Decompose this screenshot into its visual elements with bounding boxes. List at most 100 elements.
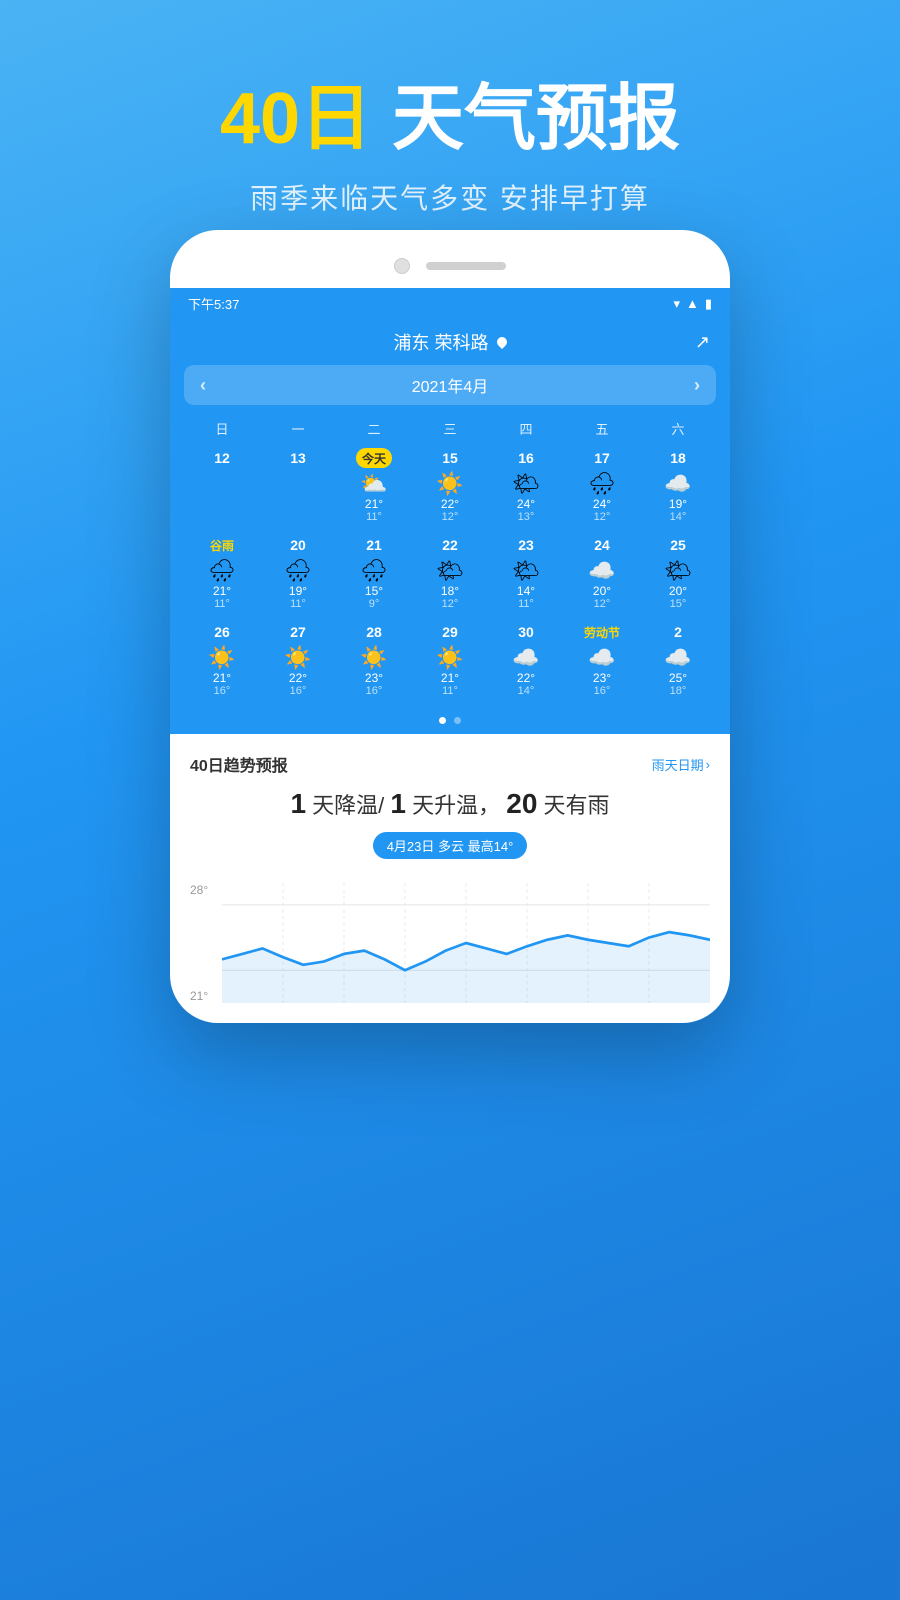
day-num-21: 21: [366, 535, 382, 555]
prev-month-button[interactable]: ‹: [200, 375, 206, 396]
temp-low-2: 18°: [670, 685, 687, 697]
header-fri: 五: [564, 419, 640, 438]
day-num-13: 13: [290, 448, 306, 468]
temp-high-30: 22°: [517, 671, 535, 685]
day-cell-29[interactable]: 29 ☀️ 21° 11°: [412, 618, 488, 701]
day-num-23: 23: [518, 535, 534, 555]
weather-icon-16: 🌤: [512, 473, 540, 495]
app-content: 浦东 荣科路 ↗ ‹ 2021年4月 › 日 一 二 三 四 五 六: [170, 319, 730, 1023]
weather-icon-29: ☀️: [436, 647, 463, 669]
week-row-3: 26 ☀️ 21° 16° 27 ☀️ 22° 16° 28 ☀️ 23° 16…: [184, 618, 716, 701]
next-month-button[interactable]: ›: [694, 375, 700, 396]
day-cell-27[interactable]: 27 ☀️ 22° 16°: [260, 618, 336, 701]
dot-2: [454, 717, 461, 724]
temp-low-15: 12°: [442, 511, 459, 523]
temp-low-27: 16°: [290, 685, 307, 697]
day-num-16: 16: [518, 448, 534, 468]
day-num-25: 25: [670, 535, 686, 555]
day-cell-guyu[interactable]: 谷雨 🌧 21° 11°: [184, 531, 260, 614]
day-num-laborday: 劳动节: [584, 622, 620, 642]
day-cell-20[interactable]: 20 🌧 19° 11°: [260, 531, 336, 614]
trend-link[interactable]: 雨天日期 ›: [652, 755, 710, 774]
temp-high-today: 21°: [365, 497, 383, 511]
temp-low-22: 12°: [442, 598, 459, 610]
share-button[interactable]: ↗: [695, 332, 710, 353]
weather-icon-28: ☀️: [360, 647, 387, 669]
chart-svg: [222, 883, 710, 1003]
battery-icon: ▮: [705, 296, 712, 312]
hero-section: 40日 天气预报 雨季来临天气多变 安排早打算: [0, 0, 900, 217]
dot-1: [439, 717, 446, 724]
day-cell-21[interactable]: 21 🌧 15° 9°: [336, 531, 412, 614]
phone-speaker: [426, 262, 506, 270]
day-num-29: 29: [442, 622, 458, 642]
week-row-1: 12 13 今天 ⛅ 21° 11° 15 ☀️ 22° 12°: [184, 444, 716, 527]
temp-high-23: 14°: [517, 584, 535, 598]
weather-icon-27: ☀️: [284, 647, 311, 669]
day-num-24: 24: [594, 535, 610, 555]
day-cell-today[interactable]: 今天 ⛅ 21° 11°: [336, 444, 412, 527]
day-num-30: 30: [518, 622, 534, 642]
weather-icon-21: 🌧: [360, 560, 388, 582]
weather-icon-26: ☀️: [208, 647, 235, 669]
day-cell-labordday[interactable]: 劳动节 ☁️ 23° 16°: [564, 618, 640, 701]
calendar-grid: 日 一 二 三 四 五 六 12 13 今天 ⛅ 21°: [170, 405, 730, 709]
weather-icon-today: ⛅: [360, 473, 387, 495]
y-label-28: 28°: [190, 883, 208, 897]
day-cell-23[interactable]: 23 🌤 14° 11°: [488, 531, 564, 614]
weather-icon-guyu: 🌧: [208, 560, 236, 582]
trend-link-text: 雨天日期: [652, 755, 704, 774]
day-cell-25[interactable]: 25 🌤 20° 15°: [640, 531, 716, 614]
temp-low-today: 11°: [366, 511, 382, 523]
trend-text3: 天有雨: [544, 793, 610, 818]
day-cell-15[interactable]: 15 ☀️ 22° 12°: [412, 444, 488, 527]
temp-high-18: 19°: [669, 497, 687, 511]
weather-icon-22: 🌤: [436, 560, 464, 582]
weather-icon-laborday: ☁️: [588, 647, 615, 669]
temp-high-24: 20°: [593, 584, 611, 598]
day-num-today: 今天: [356, 448, 392, 468]
temp-low-laborday: 16°: [594, 685, 611, 697]
temp-high-20: 19°: [289, 584, 307, 598]
day-num-12: 12: [214, 448, 230, 468]
day-cell-26[interactable]: 26 ☀️ 21° 16°: [184, 618, 260, 701]
day-cell-22[interactable]: 22 🌤 18° 12°: [412, 531, 488, 614]
trend-header: 40日趋势预报 雨天日期 ›: [190, 752, 710, 776]
day-cell-24[interactable]: 24 ☁️ 20° 12°: [564, 531, 640, 614]
location-text: 浦东 荣科路: [393, 329, 506, 355]
day-cell-2[interactable]: 2 ☁️ 25° 18°: [640, 618, 716, 701]
temp-high-29: 21°: [441, 671, 459, 685]
day-num-2: 2: [674, 622, 682, 642]
header-sun: 日: [184, 419, 260, 438]
temp-low-20: 11°: [290, 598, 306, 610]
temp-high-21: 15°: [365, 584, 383, 598]
trend-link-arrow: ›: [706, 757, 710, 772]
temp-low-21: 9°: [369, 598, 380, 610]
temp-low-17: 12°: [594, 511, 611, 523]
day-num-17: 17: [594, 448, 610, 468]
day-cell-13: 13: [260, 444, 336, 527]
trend-section: 40日趋势预报 雨天日期 › 1 天降温/ 1 天升温， 20 天有雨 4月23…: [170, 734, 730, 1023]
header-sat: 六: [640, 419, 716, 438]
temp-high-17: 24°: [593, 497, 611, 511]
weather-icon-23: 🌤: [512, 560, 540, 582]
day-cell-30[interactable]: 30 ☁️ 22° 14°: [488, 618, 564, 701]
app-header: 浦东 荣科路 ↗: [170, 319, 730, 365]
weather-icon-20: 🌧: [284, 560, 312, 582]
trend-chart: 28° 21°: [190, 883, 710, 1003]
header-wed: 三: [412, 419, 488, 438]
day-cell-18[interactable]: 18 ☁️ 19° 14°: [640, 444, 716, 527]
temp-high-2: 25°: [669, 671, 687, 685]
wifi-icon: ▾: [673, 296, 680, 312]
day-num-guyu: 谷雨: [210, 535, 234, 555]
signal-icon: ▲: [686, 296, 699, 311]
hero-title-white: 天气预报: [392, 79, 680, 159]
temp-high-28: 23°: [365, 671, 383, 685]
day-cell-28[interactable]: 28 ☀️ 23° 16°: [336, 618, 412, 701]
day-cell-16[interactable]: 16 🌤 24° 13°: [488, 444, 564, 527]
temp-low-28: 16°: [366, 685, 383, 697]
weather-icon-2: ☁️: [664, 647, 691, 669]
hero-subtitle: 雨季来临天气多变 安排早打算: [0, 177, 900, 217]
day-cell-17[interactable]: 17 🌧 24° 12°: [564, 444, 640, 527]
day-headers: 日 一 二 三 四 五 六: [184, 413, 716, 444]
